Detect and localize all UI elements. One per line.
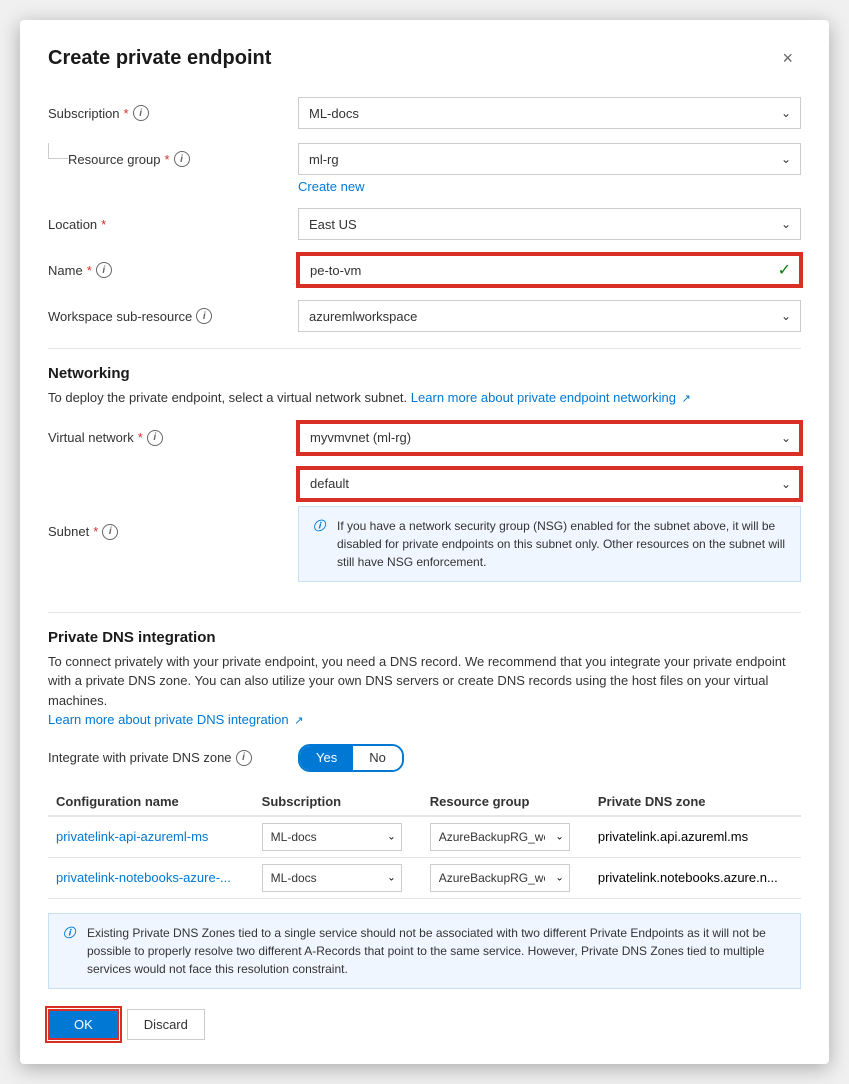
virtual-network-label: Virtual network * i xyxy=(48,430,298,446)
dns-toggle[interactable]: Yes No xyxy=(298,744,404,772)
table-row: privatelink-notebooks-azure-... ML-docs … xyxy=(48,857,801,898)
location-row: Location * East US ⌄ xyxy=(48,208,801,240)
name-row: Name * i ✓ xyxy=(48,254,801,286)
location-control-wrap: East US ⌄ xyxy=(298,208,801,240)
name-info-icon[interactable]: i xyxy=(96,262,112,278)
nsg-info-icon: ⓘ xyxy=(313,517,329,571)
table-subscription-select-1[interactable]: ML-docs xyxy=(262,823,402,851)
col-config-name: Configuration name xyxy=(48,788,254,816)
table-subscription-select-2[interactable]: ML-docs xyxy=(262,864,402,892)
dns-toggle-no[interactable]: No xyxy=(353,746,402,770)
networking-title: Networking xyxy=(48,365,801,382)
resource-group-cell-2: AzureBackupRG_westus_1 ⌄ xyxy=(422,857,590,898)
resource-group-indent: Resource group * i ml-rg ⌄ Create new xyxy=(48,143,801,194)
create-private-endpoint-dialog: Create private endpoint × Subscription *… xyxy=(20,20,829,1064)
dialog-title: Create private endpoint xyxy=(48,47,271,70)
private-dns-description: To connect privately with your private e… xyxy=(48,652,801,730)
dns-table-body: privatelink-api-azureml-ms ML-docs ⌄ Azu… xyxy=(48,816,801,899)
table-row: privatelink-api-azureml-ms ML-docs ⌄ Azu… xyxy=(48,816,801,858)
dns-toggle-yes[interactable]: Yes xyxy=(300,746,353,770)
divider-1 xyxy=(48,348,801,349)
name-label: Name * i xyxy=(48,262,298,278)
ext-link-icon: ↗ xyxy=(682,393,691,405)
location-required: * xyxy=(101,217,106,232)
col-subscription: Subscription xyxy=(254,788,422,816)
subscription-select-wrap-1: ML-docs ⌄ xyxy=(262,823,402,851)
dns-table-header: Configuration name Subscription Resource… xyxy=(48,788,801,816)
subscription-cell-1: ML-docs ⌄ xyxy=(254,816,422,858)
resource-group-label: Resource group * i xyxy=(68,151,298,167)
dns-ext-link-icon: ↗ xyxy=(294,715,303,727)
config-name-cell: privatelink-api-azureml-ms xyxy=(48,816,254,858)
create-new-link[interactable]: Create new xyxy=(298,179,801,194)
integrate-dns-row: Integrate with private DNS zone i Yes No xyxy=(48,744,801,772)
dns-zone-cell-1: privatelink.api.azureml.ms xyxy=(590,816,801,858)
integrate-dns-label: Integrate with private DNS zone i xyxy=(48,750,298,766)
resource-group-select[interactable]: ml-rg xyxy=(298,143,801,175)
warning-info-icon: ⓘ xyxy=(63,924,79,978)
divider-2 xyxy=(48,612,801,613)
subnet-row: Subnet * i default ⌄ ⓘ If you have a net… xyxy=(48,468,801,596)
resource-group-info-icon[interactable]: i xyxy=(174,151,190,167)
location-select[interactable]: East US xyxy=(298,208,801,240)
subnet-info-icon[interactable]: i xyxy=(102,524,118,540)
footer-buttons: OK Discard xyxy=(48,1009,801,1040)
dns-table: Configuration name Subscription Resource… xyxy=(48,788,801,899)
table-rg-select-1[interactable]: AzureBackupRG_westus_1 xyxy=(430,823,570,851)
networking-description: To deploy the private endpoint, select a… xyxy=(48,388,801,408)
location-label: Location * xyxy=(48,217,298,232)
learn-more-dns-link[interactable]: Learn more about private DNS integration… xyxy=(48,712,303,727)
subnet-label: Subnet * i xyxy=(48,524,298,540)
virtual-network-select[interactable]: myvmvnet (ml-rg) xyxy=(298,422,801,454)
virtual-network-info-icon[interactable]: i xyxy=(147,430,163,446)
resource-group-cell-1: AzureBackupRG_westus_1 ⌄ xyxy=(422,816,590,858)
subscription-label: Subscription * i xyxy=(48,105,298,121)
workspace-sub-resource-label: Workspace sub-resource i xyxy=(48,308,298,324)
config-name-cell: privatelink-notebooks-azure-... xyxy=(48,857,254,898)
virtual-network-control-wrap: myvmvnet (ml-rg) ⌄ xyxy=(298,422,801,454)
discard-button[interactable]: Discard xyxy=(127,1009,205,1040)
name-input[interactable] xyxy=(298,254,801,286)
workspace-sub-resource-row: Workspace sub-resource i azuremlworkspac… xyxy=(48,300,801,332)
dns-table-header-row: Configuration name Subscription Resource… xyxy=(48,788,801,816)
subscription-select-wrap-2: ML-docs ⌄ xyxy=(262,864,402,892)
ok-button[interactable]: OK xyxy=(48,1009,119,1040)
integrate-dns-info-icon[interactable]: i xyxy=(236,750,252,766)
subscription-cell-2: ML-docs ⌄ xyxy=(254,857,422,898)
virtual-network-required: * xyxy=(138,430,143,445)
indent-connector xyxy=(48,143,68,159)
dialog-header: Create private endpoint × xyxy=(48,44,801,73)
workspace-sub-resource-select[interactable]: azuremlworkspace xyxy=(298,300,801,332)
warning-box: ⓘ Existing Private DNS Zones tied to a s… xyxy=(48,913,801,989)
subscription-row: Subscription * i ML-docs ⌄ xyxy=(48,97,801,129)
resource-group-control-wrap: ml-rg ⌄ xyxy=(298,143,801,175)
resource-group-select-wrap-2: AzureBackupRG_westus_1 ⌄ xyxy=(430,864,570,892)
workspace-sub-resource-control-wrap: azuremlworkspace ⌄ xyxy=(298,300,801,332)
col-resource-group: Resource group xyxy=(422,788,590,816)
subnet-required: * xyxy=(93,524,98,539)
name-check-icon: ✓ xyxy=(778,260,791,280)
name-control-wrap: ✓ xyxy=(298,254,801,286)
subscription-info-icon[interactable]: i xyxy=(133,105,149,121)
resource-group-row: Resource group * i ml-rg ⌄ xyxy=(68,143,801,175)
close-button[interactable]: × xyxy=(774,44,801,73)
resource-group-required: * xyxy=(165,152,170,167)
subscription-required: * xyxy=(124,106,129,121)
learn-more-networking-link[interactable]: Learn more about private endpoint networ… xyxy=(411,390,691,405)
name-required: * xyxy=(87,263,92,278)
table-rg-select-2[interactable]: AzureBackupRG_westus_1 xyxy=(430,864,570,892)
subscription-select[interactable]: ML-docs xyxy=(298,97,801,129)
subscription-control-wrap: ML-docs ⌄ xyxy=(298,97,801,129)
subnet-select[interactable]: default xyxy=(298,468,801,500)
workspace-sub-resource-info-icon[interactable]: i xyxy=(196,308,212,324)
virtual-network-row: Virtual network * i myvmvnet (ml-rg) ⌄ xyxy=(48,422,801,454)
subnet-control-wrap: default ⌄ ⓘ If you have a network securi… xyxy=(298,468,801,596)
private-dns-title: Private DNS integration xyxy=(48,629,801,646)
dns-zone-cell-2: privatelink.notebooks.azure.n... xyxy=(590,857,801,898)
nsg-info-box: ⓘ If you have a network security group (… xyxy=(298,506,801,582)
col-dns-zone: Private DNS zone xyxy=(590,788,801,816)
resource-group-select-wrap-1: AzureBackupRG_westus_1 ⌄ xyxy=(430,823,570,851)
